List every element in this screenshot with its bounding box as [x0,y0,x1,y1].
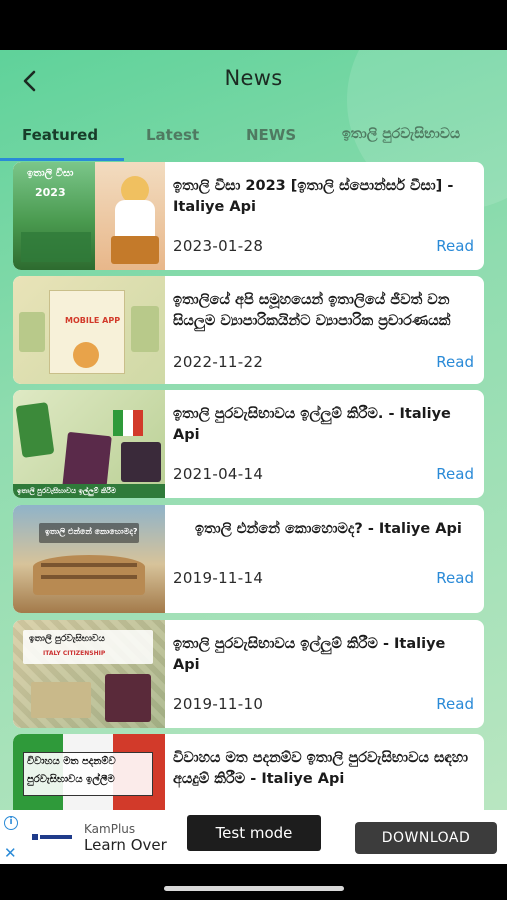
read-link[interactable]: Read [436,465,474,483]
thumbnail-caption: විවාහය මත පදනම්ව [27,756,116,767]
article-thumbnail: ඉතාලි එන්නේ කොහොමද? [13,505,165,613]
tab-news[interactable]: NEWS [246,126,296,144]
tab-italian-citizenship[interactable]: ඉතාලි පුරවැසිභාවය [342,126,460,142]
article-title: ඉතාලි පුරවැසිභාවය ඉල්ලුම් කිරීම. - Itali… [173,406,451,443]
test-mode-label: Test mode [187,815,321,851]
thumbnail-caption: ඉතාලි වීසා [27,168,74,179]
news-screen: News Featured Latest NEWS ඉතාලි පුරවැසිභ… [0,50,507,810]
article-thumbnail: විවාහය මත පදනම්ව පුරවැසිභාවය ඉල්ලීම [13,734,165,810]
article-thumbnail: ඉතාලි පුරවැසිභාවය ITALY CITIZENSHIP [13,620,165,728]
read-link[interactable]: Read [436,569,474,587]
article-thumbnail: MOBILE APP [13,276,165,384]
advertiser-logo [32,834,72,840]
thumbnail-caption: 2023 [35,186,66,199]
thumbnail-caption: ITALY CITIZENSHIP [43,650,106,657]
thumbnail-caption: පුරවැසිභාවය ඉල්ලීම [27,774,115,785]
read-link[interactable]: Read [436,237,474,255]
article-title: විවාහය මත පදනම්ව ඉතාලි පුරවැසිභාවය සඳහා … [173,750,468,787]
info-icon[interactable]: i [4,816,18,830]
read-link[interactable]: Read [436,695,474,713]
home-indicator[interactable] [164,886,344,891]
tab-featured[interactable]: Featured [22,126,98,144]
article-thumbnail: ඉතාලි වීසා 2023 [13,162,165,270]
article-date: 2019-11-10 [173,695,264,713]
tab-bar: Featured Latest NEWS ඉතාලි පුරවැසිභාවය [0,116,507,160]
close-icon[interactable]: ✕ [4,844,17,862]
article-date: 2021-04-14 [173,465,264,483]
download-button[interactable]: DOWNLOAD [355,822,497,854]
article-title: ඉතාලි වීසා 2023 [ඉතාලි ස්පොන්සර් වීසා] -… [173,178,454,215]
article-title: ඉතාලි එන්නේ කොහොමද? - Italiye Api [195,521,462,537]
ad-brand: KamPlus [84,822,136,836]
article-card[interactable]: ඉතාලි පුරවැසිභාවය ITALY CITIZENSHIP ඉතාල… [13,620,484,728]
ad-headline: Learn Over [84,836,167,854]
article-thumbnail: ඉතාලි පුරවැසිභාවය ඉල්ලුම් කිරීම [13,390,165,498]
thumbnail-caption: ඉතාලි පුරවැසිභාවය [29,634,105,644]
read-link[interactable]: Read [436,353,474,371]
article-card[interactable]: ඉතාලි වීසා 2023 ඉතාලි වීසා 2023 [ඉතාලි ස… [13,162,484,270]
status-bar [0,0,507,50]
article-title: ඉතාලියේ අපි සමූහයෙන් ඉතාලියේ ජීවත් වන සි… [173,292,451,329]
page-title: News [224,66,283,90]
app-header: News [0,50,507,114]
article-card[interactable]: ඉතාලි එන්නේ කොහොමද? ඉතාලි එන්නේ කොහොමද? … [13,505,484,613]
article-date: 2019-11-14 [173,569,264,587]
thumbnail-caption: MOBILE APP [65,316,121,325]
article-list[interactable]: ඉතාලි වීසා 2023 ඉතාලි වීසා 2023 [ඉතාලි ස… [0,162,507,810]
article-card[interactable]: විවාහය මත පදනම්ව පුරවැසිභාවය ඉල්ලීම විවා… [13,734,484,810]
thumbnail-caption: ඉතාලි එන්නේ කොහොමද? [45,527,138,536]
thumbnail-caption: ඉතාලි පුරවැසිභාවය ඉල්ලුම් කිරීම [17,487,116,495]
article-card[interactable]: ඉතාලි පුරවැසිභාවය ඉල්ලුම් කිරීම ඉතාලි පු… [13,390,484,498]
article-date: 2023-01-28 [173,237,264,255]
active-tab-indicator [0,158,124,161]
article-card[interactable]: MOBILE APP ඉතාලියේ අපි සමූහයෙන් ඉතාලියේ … [13,276,484,384]
article-title: ඉතාලි පුරවැසිභාවය ඉල්ලුම් කිරීම - Italiy… [173,636,446,673]
system-nav-bar [0,864,507,900]
tab-latest[interactable]: Latest [146,126,199,144]
article-date: 2022-11-22 [173,353,264,371]
